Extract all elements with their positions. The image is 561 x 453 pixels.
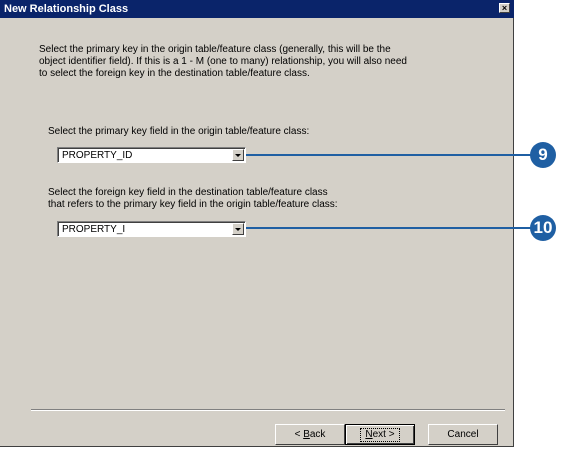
next-rest: ext > (372, 429, 395, 440)
instructions-line-3: to select the foreign key in the destina… (39, 68, 310, 79)
button-separator (31, 409, 505, 411)
callout-10-badge: 10 (530, 215, 556, 241)
callout-10-leader-line (246, 227, 536, 229)
back-prefix: < (294, 429, 304, 440)
foreign-key-label-line-2: that refers to the primary key field in … (48, 199, 338, 210)
close-icon[interactable]: × (499, 3, 510, 13)
callout-9-badge: 9 (530, 142, 556, 168)
title-bar: New Relationship Class × (0, 0, 514, 18)
foreign-key-label: Select the foreign key field in the dest… (48, 187, 338, 211)
primary-key-value: PROPERTY_ID (62, 150, 133, 161)
chevron-down-icon[interactable] (232, 223, 244, 235)
chevron-down-icon[interactable] (232, 149, 244, 161)
primary-key-select[interactable]: PROPERTY_ID (57, 147, 246, 163)
next-mnemonic: N (365, 429, 373, 440)
back-rest: ack (309, 429, 326, 440)
next-button[interactable]: Next > (345, 424, 415, 445)
next-focus: Next > (360, 428, 400, 442)
instructions: Select the primary key in the origin tab… (39, 44, 489, 80)
back-button[interactable]: < Back (275, 424, 345, 445)
primary-key-label: Select the primary key field in the orig… (48, 126, 310, 137)
foreign-key-value: PROPERTY_I (62, 224, 126, 235)
instructions-line-1: Select the primary key in the origin tab… (39, 44, 391, 55)
foreign-key-label-line-1: Select the foreign key field in the dest… (48, 187, 328, 198)
new-relationship-class-dialog: New Relationship Class × Select the prim… (0, 0, 514, 447)
window-title: New Relationship Class (4, 3, 129, 15)
instructions-line-2: object identifier field). If this is a 1… (39, 56, 407, 67)
back-mnemonic: B (303, 429, 310, 440)
foreign-key-select[interactable]: PROPERTY_I (57, 221, 246, 237)
cancel-button[interactable]: Cancel (428, 424, 498, 445)
callout-9-leader-line (246, 154, 536, 156)
